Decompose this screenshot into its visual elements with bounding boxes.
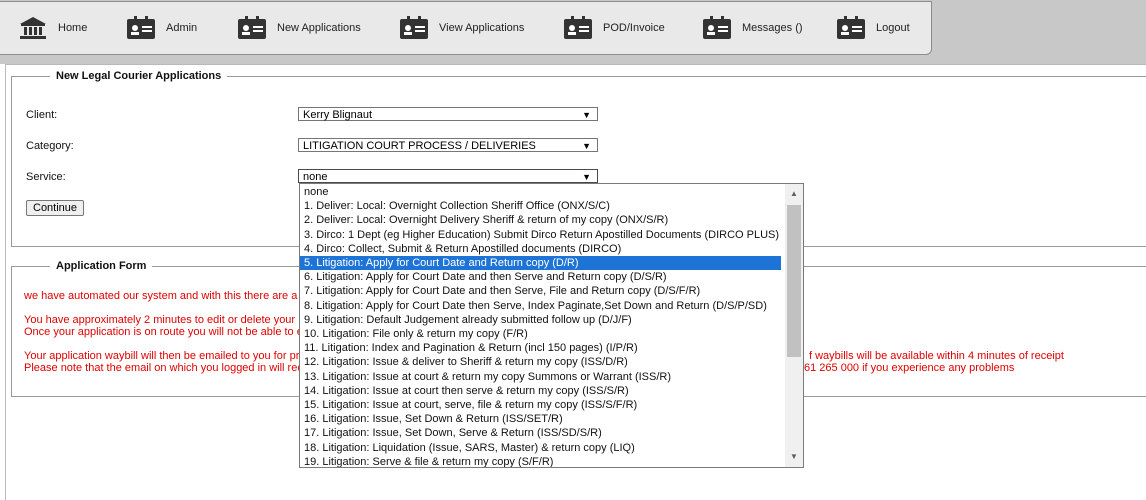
id-card-icon xyxy=(564,16,592,39)
nav-logout-label: Logout xyxy=(876,22,910,34)
new-applications-legend: New Legal Courier Applications xyxy=(56,70,222,82)
nav-view-applications-label: View Applications xyxy=(439,22,525,34)
service-option[interactable]: 10. Litigation: File only & return my co… xyxy=(300,327,781,341)
scrollbar-thumb[interactable] xyxy=(787,205,801,357)
service-option[interactable]: 1. Deliver: Local: Overnight Collection … xyxy=(300,199,781,213)
nav-admin-label: Admin xyxy=(166,22,198,34)
waybill-notice: Your application waybill will then be em… xyxy=(24,350,300,362)
dropdown-arrow-icon: ▼ xyxy=(582,172,591,182)
category-label: Category: xyxy=(26,140,74,152)
nav-messages[interactable]: Messages () xyxy=(702,2,803,54)
id-card-icon xyxy=(400,16,428,39)
scroll-down-icon[interactable]: ▼ xyxy=(785,449,803,465)
nav-new-applications[interactable]: New Applications xyxy=(237,2,361,54)
client-select[interactable]: Kerry Blignaut ▼ xyxy=(298,107,598,121)
service-dropdown-list: none 1. Deliver: Local: Overnight Collect… xyxy=(299,183,804,468)
id-card-icon xyxy=(703,16,731,39)
service-option[interactable]: 8. Litigation: Apply for Court Date then… xyxy=(300,299,781,313)
service-option[interactable]: 4. Dirco: Collect, Submit & Return Apost… xyxy=(300,242,781,256)
service-option[interactable]: 9. Litigation: Default Judgement already… xyxy=(300,313,781,327)
nav-new-applications-label: New Applications xyxy=(277,22,361,34)
service-option[interactable]: 17. Litigation: Issue, Set Down, Serve &… xyxy=(300,426,781,440)
service-option[interactable]: 15. Litigation: Issue at court, serve, f… xyxy=(300,398,781,412)
automation-notice: we have automated our system and with th… xyxy=(24,290,298,302)
service-option[interactable]: 11. Litigation: Index and Pagination & R… xyxy=(300,341,781,355)
service-option[interactable]: 5. Litigation: Apply for Court Date and … xyxy=(300,256,781,270)
client-label: Client: xyxy=(26,109,58,121)
email-notice-tail: 61 265 000 if you experience any problem… xyxy=(804,362,1015,374)
service-option[interactable]: 3. Dirco: 1 Dept (eg Higher Education) S… xyxy=(300,228,781,242)
on-route-notice: Once your application is on route you wi… xyxy=(24,326,303,338)
id-card-icon xyxy=(837,16,865,39)
nav-logout[interactable]: Logout xyxy=(836,2,910,54)
scroll-up-icon[interactable]: ▲ xyxy=(785,186,803,202)
service-option[interactable]: 13. Litigation: Issue at court & return … xyxy=(300,370,781,384)
dropdown-scrollbar[interactable]: ▲ ▼ xyxy=(785,184,803,467)
service-option[interactable]: 16. Litigation: Issue, Set Down & Return… xyxy=(300,412,781,426)
service-option[interactable]: 2. Deliver: Local: Overnight Delivery Sh… xyxy=(300,213,781,227)
nav-home-label: Home xyxy=(58,22,88,34)
dropdown-arrow-icon: ▼ xyxy=(582,141,591,151)
client-select-value: Kerry Blignaut xyxy=(303,109,373,121)
service-option[interactable]: 14. Litigation: Issue at court then serv… xyxy=(300,384,781,398)
nav-messages-label: Messages () xyxy=(742,22,803,34)
email-notice: Please note that the email on which you … xyxy=(24,362,303,374)
nav-pod-invoice[interactable]: POD/Invoice xyxy=(563,2,665,54)
nav-view-applications[interactable]: View Applications xyxy=(399,2,524,54)
service-label: Service: xyxy=(26,171,66,183)
id-card-icon xyxy=(127,16,155,39)
service-select-value: none xyxy=(303,171,328,183)
service-option[interactable]: none xyxy=(300,185,781,199)
service-option[interactable]: 7. Litigation: Apply for Court Date and … xyxy=(300,284,781,298)
application-form-legend: Application Form xyxy=(56,260,147,272)
category-select-value: LITIGATION COURT PROCESS / DELIVERIES xyxy=(303,140,536,152)
service-option[interactable]: 18. Litigation: Liquidation (Issue, SARS… xyxy=(300,441,781,455)
continue-button[interactable]: Continue xyxy=(26,200,85,216)
main-navbar: Home Admin New Applications View Applica… xyxy=(0,1,932,55)
service-option[interactable]: 12. Litigation: Issue & deliver to Sheri… xyxy=(300,355,781,369)
service-select[interactable]: none ▼ xyxy=(298,169,598,183)
nav-pod-invoice-label: POD/Invoice xyxy=(603,22,665,34)
edit-window-notice: You have approximately 2 minutes to edit… xyxy=(24,314,296,326)
service-option[interactable]: 6. Litigation: Apply for Court Date and … xyxy=(300,270,781,284)
dropdown-arrow-icon: ▼ xyxy=(582,110,591,120)
id-card-icon xyxy=(238,16,266,39)
nav-admin[interactable]: Admin xyxy=(126,2,197,54)
service-option[interactable]: 19. Litigation: Serve & file & return my… xyxy=(300,455,781,467)
category-select[interactable]: LITIGATION COURT PROCESS / DELIVERIES ▼ xyxy=(298,138,598,152)
waybill-notice-tail: f waybills will be available within 4 mi… xyxy=(809,350,1064,362)
home-bank-icon xyxy=(20,17,46,39)
nav-home[interactable]: Home xyxy=(18,2,87,54)
